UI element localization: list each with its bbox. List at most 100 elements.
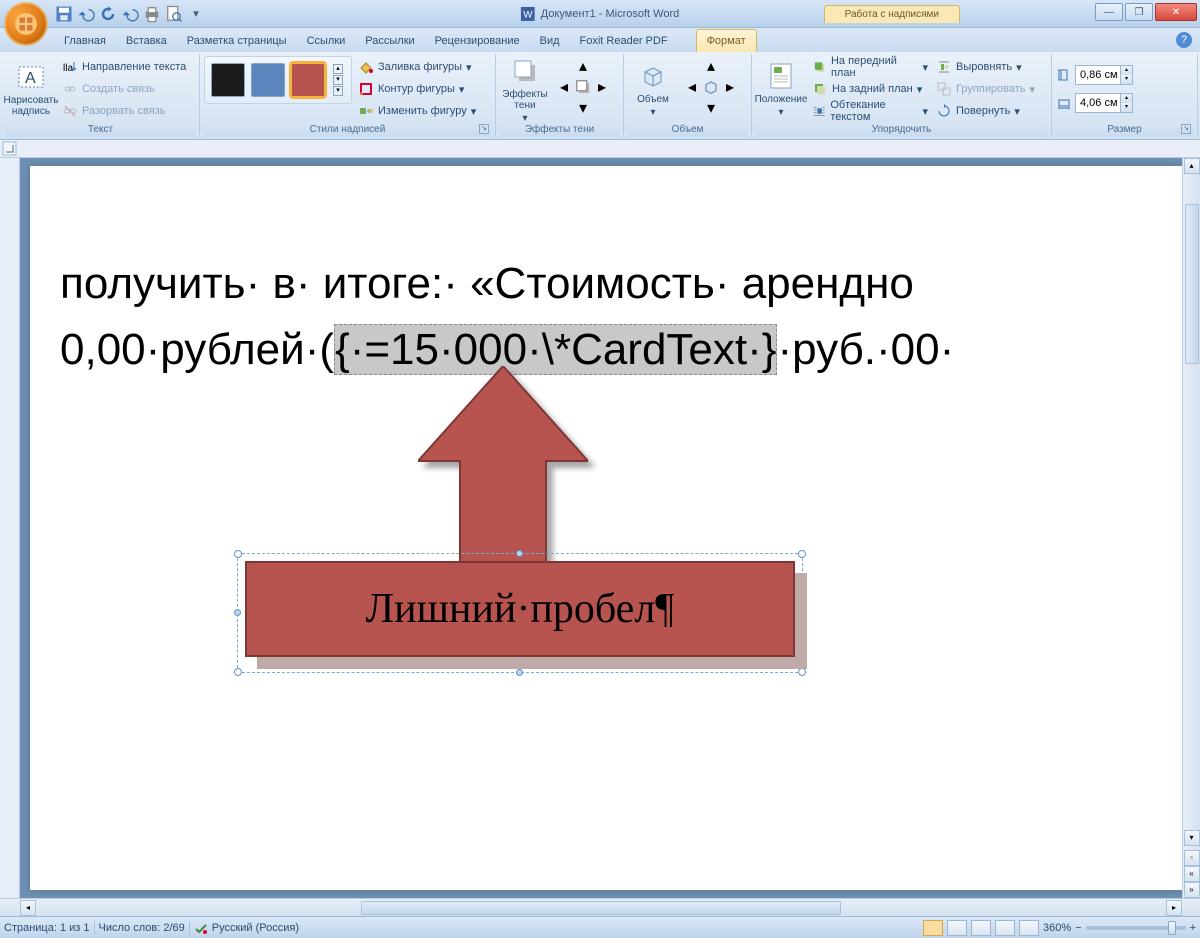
office-button[interactable] <box>4 2 48 46</box>
view-printlayout-icon[interactable] <box>923 920 943 936</box>
tilt-right-icon[interactable]: ▸ <box>720 77 740 97</box>
page-viewport[interactable]: получить· в· итоге:· «Стоимость· арендно… <box>20 158 1182 898</box>
tab-pagelayout[interactable]: Разметка страницы <box>177 30 297 52</box>
scroll-down-icon[interactable]: ▾ <box>1184 830 1200 846</box>
tab-view[interactable]: Вид <box>530 30 570 52</box>
tab-insert[interactable]: Вставка <box>116 30 177 52</box>
vertical-ruler[interactable] <box>0 158 20 898</box>
status-page[interactable]: Страница: 1 из 1 <box>4 922 90 934</box>
textbox-content[interactable]: Лишний·пробел¶ <box>245 561 795 657</box>
tilt-left-icon[interactable]: ◂ <box>682 77 702 97</box>
group-arrange: Положение▾ На передний план ▾ На задний … <box>752 54 1052 137</box>
view-draft-icon[interactable] <box>1019 920 1039 936</box>
status-language[interactable]: Русский (Россия) <box>212 922 299 934</box>
rotate-button[interactable]: Повернуть ▾ <box>934 100 1038 122</box>
horizontal-ruler[interactable] <box>0 140 1200 158</box>
scroll-up-icon[interactable]: ▴ <box>1184 158 1200 174</box>
style-swatch-2[interactable] <box>251 63 285 97</box>
nudge-down-icon[interactable]: ▾ <box>573 98 593 118</box>
rotate-icon <box>936 103 952 119</box>
shadow-toggle-icon[interactable] <box>573 77 593 97</box>
zoom-in-icon[interactable]: + <box>1190 922 1196 934</box>
send-back-button[interactable]: На задний план ▾ <box>810 78 930 100</box>
width-field[interactable]: 4,06 см▴▾ <box>1056 92 1133 114</box>
zoom-level[interactable]: 360% <box>1043 922 1071 934</box>
prev-page-icon[interactable]: « <box>1184 866 1200 882</box>
3d-toggle-icon[interactable] <box>701 77 721 97</box>
shadow-effects-button[interactable]: Эффекты тени▾ <box>500 56 550 122</box>
view-weblayout-icon[interactable] <box>971 920 991 936</box>
style-gallery[interactable]: ▴▾▾ <box>204 56 352 104</box>
3d-effects-button[interactable]: Объем▾ <box>628 56 678 122</box>
qat-redo-icon[interactable] <box>120 4 140 24</box>
create-link-button[interactable]: Создать связь <box>60 78 188 100</box>
status-words[interactable]: Число слов: 2/69 <box>99 922 185 934</box>
document-text[interactable]: получить· в· итоге:· «Стоимость· арендно… <box>60 251 1182 383</box>
text-wrap-button[interactable]: Обтекание текстом ▾ <box>810 100 930 122</box>
horizontal-scrollbar[interactable]: ◂ ▸ <box>0 898 1200 916</box>
group-text: A Нарисовать надпись llaНаправление текс… <box>2 54 200 137</box>
tab-review[interactable]: Рецензирование <box>425 30 530 52</box>
scroll-left-icon[interactable]: ◂ <box>20 900 36 916</box>
tab-foxit[interactable]: Foxit Reader PDF <box>570 30 678 52</box>
qat-customize-icon[interactable]: ▾ <box>186 4 206 24</box>
dialog-launcher-icon[interactable]: ↘ <box>479 124 489 134</box>
change-shape-button[interactable]: Изменить фигуру ▾ <box>356 100 478 122</box>
shape-fill-button[interactable]: Заливка фигуры ▾ <box>356 56 478 78</box>
group-icon <box>936 81 952 97</box>
status-bar: Страница: 1 из 1 Число слов: 2/69 Русски… <box>0 916 1200 938</box>
text-direction-button[interactable]: llaНаправление текста <box>60 56 188 78</box>
gallery-more[interactable]: ▴▾▾ <box>331 64 345 96</box>
browse-center-icon[interactable]: ◦ <box>1184 850 1200 866</box>
tab-references[interactable]: Ссылки <box>297 30 356 52</box>
group-text-label: Текст <box>6 122 195 137</box>
help-icon[interactable]: ? <box>1176 32 1192 48</box>
qat-repeat-icon[interactable] <box>98 4 118 24</box>
style-swatch-3[interactable] <box>291 63 325 97</box>
link-create-icon <box>62 81 78 97</box>
send-back-icon <box>812 81 828 97</box>
qat-preview-icon[interactable] <box>164 4 184 24</box>
scroll-right-icon[interactable]: ▸ <box>1166 900 1182 916</box>
shape-outline-button[interactable]: Контур фигуры ▾ <box>356 78 478 100</box>
tab-home[interactable]: Главная <box>54 30 116 52</box>
view-fullscreen-icon[interactable] <box>947 920 967 936</box>
draw-textbox-button[interactable]: A Нарисовать надпись <box>6 56 56 122</box>
svg-text:W: W <box>523 9 533 20</box>
height-field[interactable]: 0,86 см▴▾ <box>1056 64 1133 86</box>
tab-mailings[interactable]: Рассылки <box>355 30 424 52</box>
nudge-right-icon[interactable]: ▸ <box>592 77 612 97</box>
tilt-up-icon[interactable]: ▴ <box>701 56 721 76</box>
qat-undo-icon[interactable] <box>76 4 96 24</box>
scroll-thumb[interactable] <box>1185 204 1199 364</box>
position-button[interactable]: Положение▾ <box>756 56 806 122</box>
tilt-down-icon[interactable]: ▾ <box>701 98 721 118</box>
tab-format[interactable]: Формат <box>696 29 757 52</box>
qat-quickprint-icon[interactable] <box>142 4 162 24</box>
dialog-launcher-icon[interactable]: ↘ <box>1181 124 1191 134</box>
textbox-shape[interactable]: Лишний·пробел¶ <box>245 561 795 657</box>
group-objects-button[interactable]: Группировать ▾ <box>934 78 1038 100</box>
nudge-up-icon[interactable]: ▴ <box>573 56 593 76</box>
spellcheck-icon[interactable] <box>194 921 208 935</box>
zoom-slider[interactable] <box>1086 926 1186 930</box>
break-link-button[interactable]: Разорвать связь <box>60 100 188 122</box>
vertical-scrollbar[interactable]: ▴ ▾ ◦ « » <box>1182 158 1200 898</box>
group-shadow: Эффекты тени▾ ▴ ◂ ▸ ▾ Эффекты тени <box>496 54 624 137</box>
text-wrap-icon <box>812 103 826 119</box>
ruler-corner-icon[interactable] <box>1 140 19 158</box>
nudge-left-icon[interactable]: ◂ <box>554 77 574 97</box>
scroll-thumb-h[interactable] <box>361 901 841 915</box>
arrow-shape[interactable] <box>418 366 588 581</box>
next-page-icon[interactable]: » <box>1184 882 1200 898</box>
bring-front-button[interactable]: На передний план ▾ <box>810 56 930 78</box>
maximize-button[interactable]: ❐ <box>1125 3 1153 21</box>
style-swatch-1[interactable] <box>211 63 245 97</box>
minimize-button[interactable]: — <box>1095 3 1123 21</box>
zoom-out-icon[interactable]: − <box>1075 922 1081 934</box>
view-outline-icon[interactable] <box>995 920 1015 936</box>
close-button[interactable]: ✕ <box>1155 3 1197 21</box>
qat-save-icon[interactable] <box>54 4 74 24</box>
page: получить· в· итоге:· «Стоимость· арендно… <box>30 166 1182 890</box>
align-button[interactable]: Выровнять ▾ <box>934 56 1038 78</box>
